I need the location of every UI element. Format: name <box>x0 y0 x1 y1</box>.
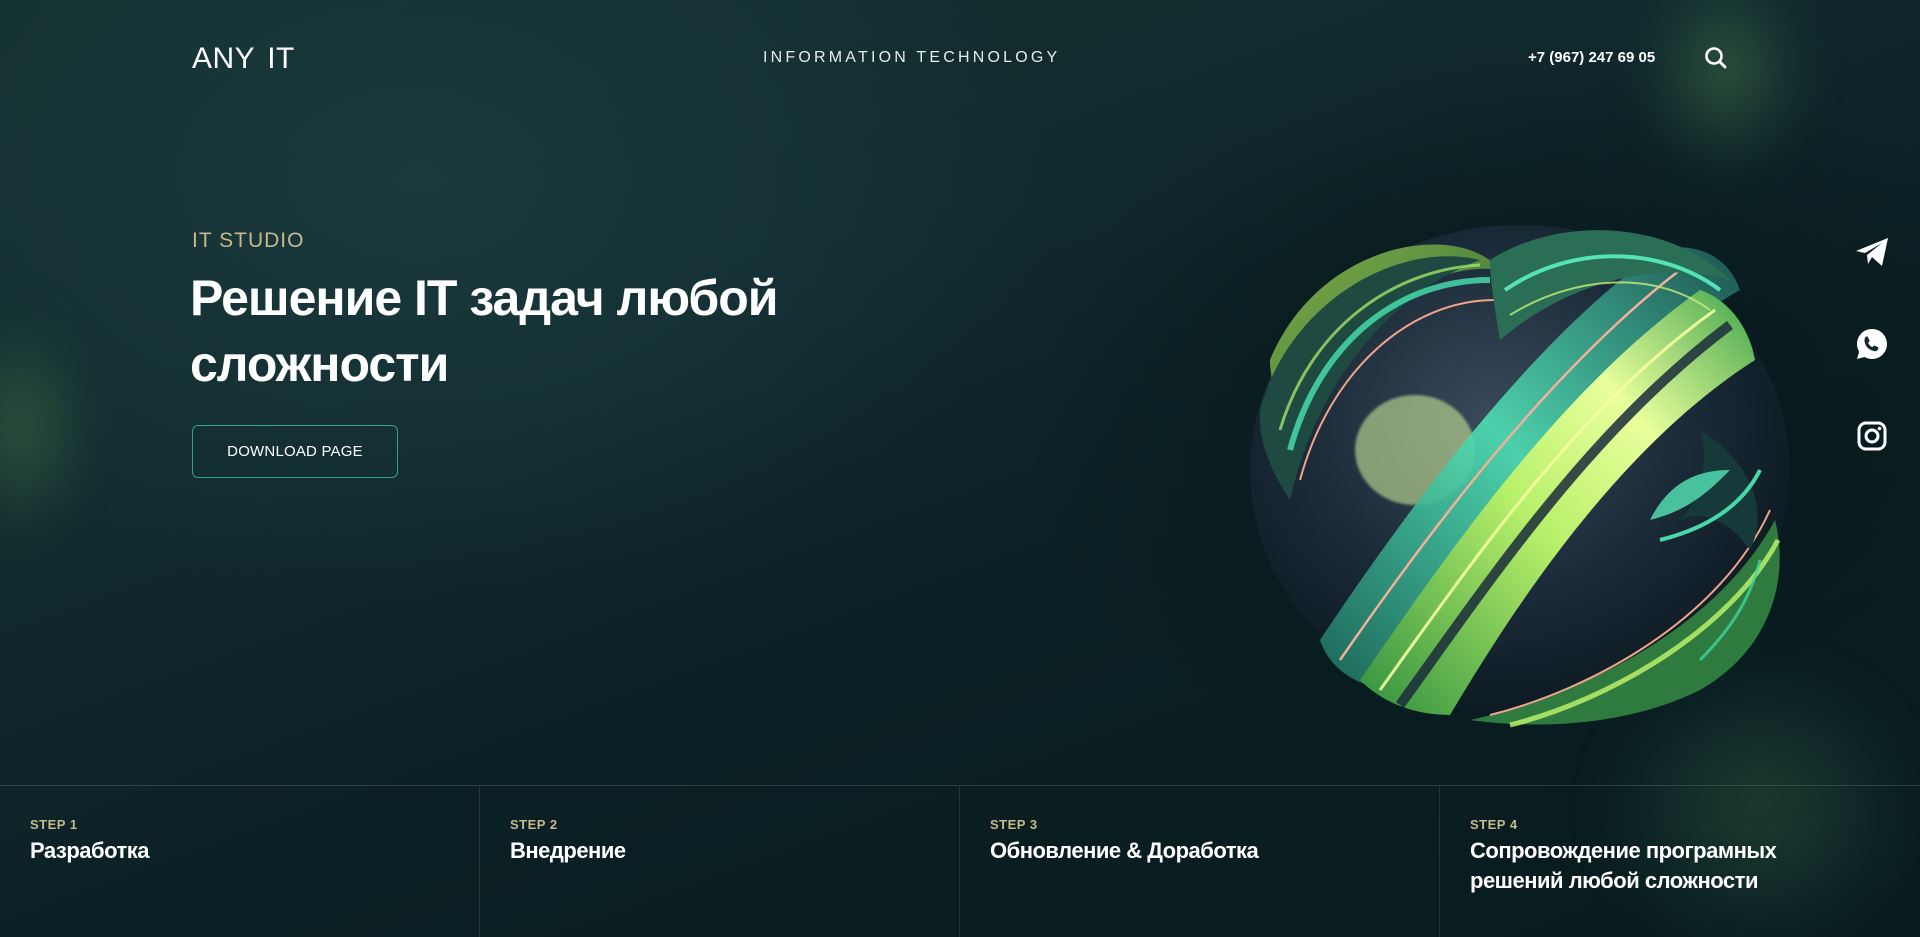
step-title: Разработка <box>30 838 150 863</box>
step-title: Внедрение <box>510 838 626 863</box>
logo[interactable]: ANY IT <box>192 42 295 76</box>
step-card-1[interactable]: STEP 1 Разработка <box>0 786 480 937</box>
instagram-link[interactable] <box>1852 416 1892 456</box>
whatsapp-icon <box>1857 329 1887 359</box>
search-button[interactable] <box>1703 45 1729 71</box>
logo-any: ANY <box>192 42 256 75</box>
telegram-icon <box>1856 238 1888 266</box>
decorative-blur-left <box>0 300 80 560</box>
decorative-blur-top-right <box>1640 0 1810 180</box>
hero-sphere-artwork <box>1250 225 1790 728</box>
page: ANY IT INFORMATION TECHNOLOGY +7 (967) 24… <box>0 0 1920 937</box>
step-card-2[interactable]: STEP 2 Внедрение <box>480 786 960 937</box>
search-icon <box>1705 47 1727 69</box>
steps-bar: STEP 1 Разработка STEP 2 Внедрение STEP … <box>0 785 1920 937</box>
hero-eyebrow: IT STUDIO <box>192 229 305 252</box>
phone-link[interactable]: +7 (967) 247 69 05 <box>1528 49 1655 66</box>
telegram-link[interactable] <box>1852 232 1892 272</box>
step-number: STEP 3 <box>990 817 1038 832</box>
logo-it: IT <box>267 42 295 75</box>
whatsapp-link[interactable] <box>1852 324 1892 364</box>
header-tagline: INFORMATION TECHNOLOGY <box>763 49 1061 66</box>
step-card-3[interactable]: STEP 3 Обновление & Доработка <box>960 786 1440 937</box>
instagram-icon <box>1857 421 1887 451</box>
step-title: Обновление & Доработка <box>990 838 1259 863</box>
step-number: STEP 1 <box>30 817 78 832</box>
download-page-button[interactable]: DOWNLOAD PAGE <box>192 425 398 478</box>
step-number: STEP 4 <box>1470 817 1518 832</box>
step-title: Сопровождение програмных решений любой с… <box>1470 838 1777 893</box>
step-number: STEP 2 <box>510 817 558 832</box>
step-card-4[interactable]: STEP 4 Сопровождение програмных решений … <box>1440 786 1920 937</box>
hero-title: Решение IT задач любой сложности <box>190 270 779 392</box>
